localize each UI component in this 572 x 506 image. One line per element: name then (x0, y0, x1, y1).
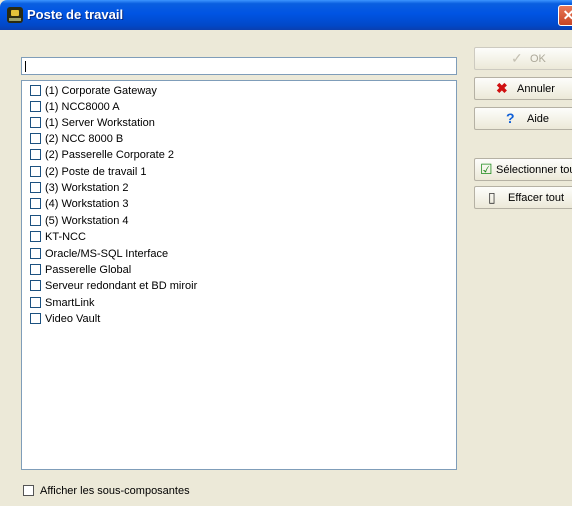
show-subcomponents-checkbox[interactable]: Afficher les sous-composantes (23, 484, 190, 497)
list-item[interactable]: (1) Server Workstation (30, 116, 155, 130)
ok-label: OK (530, 53, 546, 65)
list-item-checkbox[interactable] (30, 230, 41, 242)
list-item-label: (1) Corporate Gateway (45, 85, 157, 97)
list-item[interactable]: (4) Workstation 3 (30, 197, 129, 211)
list-item-label: Passerelle Global (45, 264, 132, 276)
list-item-checkbox[interactable] (30, 148, 41, 160)
close-icon: ✕ (562, 7, 572, 23)
show-subcomponents-label: Afficher les sous-composantes (40, 485, 190, 497)
red-x-icon: ✖ (496, 80, 508, 96)
list-item-checkbox[interactable] (30, 181, 41, 193)
list-item-checkbox[interactable] (30, 214, 41, 226)
workstation-app-icon (7, 7, 23, 23)
list-item-checkbox[interactable] (30, 197, 41, 209)
select-all-button[interactable]: ☑ Sélectionner tout (474, 158, 572, 181)
workstation-list[interactable]: (1) Corporate Gateway (1) NCC8000 A (1) … (21, 80, 457, 470)
cancel-button[interactable]: ✖ Annuler (474, 77, 572, 100)
dialog-window: Poste de travail ✕ (1) Corporate Gateway… (0, 0, 572, 506)
title-bar[interactable]: Poste de travail ✕ (0, 0, 572, 30)
list-item-label: (1) Server Workstation (45, 117, 155, 129)
list-item[interactable]: Serveur redondant et BD miroir (30, 279, 197, 293)
list-item-label: (4) Workstation 3 (45, 198, 129, 210)
list-item[interactable]: KT-NCC (30, 230, 86, 244)
list-item-label: (2) NCC 8000 B (45, 133, 124, 145)
list-item-label: (2) Passerelle Corporate 2 (45, 149, 175, 161)
list-item-checkbox[interactable] (30, 116, 41, 128)
list-item-checkbox[interactable] (30, 84, 41, 96)
ok-button[interactable]: ✓ OK (474, 47, 572, 70)
list-item[interactable]: (1) Corporate Gateway (30, 84, 157, 98)
list-item[interactable]: Video Vault (30, 312, 100, 326)
list-item-checkbox[interactable] (30, 312, 41, 324)
checkbox-box[interactable] (23, 484, 34, 496)
list-item-checkbox[interactable] (30, 296, 41, 308)
search-input[interactable] (21, 57, 457, 75)
list-item[interactable]: (3) Workstation 2 (30, 181, 129, 195)
list-item-label: Video Vault (45, 313, 101, 325)
list-item[interactable]: SmartLink (30, 296, 95, 310)
window-title: Poste de travail (27, 7, 124, 22)
list-item[interactable]: Passerelle Global (30, 263, 131, 277)
list-item-label: SmartLink (45, 297, 95, 309)
list-item-label: Oracle/MS-SQL Interface (45, 248, 169, 260)
list-item[interactable]: (5) Workstation 4 (30, 214, 129, 228)
close-button[interactable]: ✕ (558, 5, 572, 26)
list-item-label: (2) Poste de travail 1 (45, 166, 147, 178)
list-item-checkbox[interactable] (30, 100, 41, 112)
list-item-label: (3) Workstation 2 (45, 182, 129, 194)
list-item-checkbox[interactable] (30, 165, 41, 177)
list-item[interactable]: (2) NCC 8000 B (30, 132, 123, 146)
list-item-checkbox[interactable] (30, 263, 41, 275)
empty-list-icon: ▯ (488, 189, 496, 205)
list-item[interactable]: (1) NCC8000 A (30, 100, 120, 114)
clear-all-label: Effacer tout (508, 192, 565, 204)
list-item-label: (1) NCC8000 A (45, 101, 120, 113)
green-checkbox-icon: ☑ (480, 161, 493, 177)
checkmark-icon: ✓ (511, 50, 523, 66)
list-item-label: KT-NCC (45, 231, 86, 243)
list-item-label: (5) Workstation 4 (45, 215, 129, 227)
list-item-checkbox[interactable] (30, 132, 41, 144)
clear-all-button[interactable]: ▯ Effacer tout (474, 186, 572, 209)
help-label: Aide (527, 113, 550, 125)
cancel-label: Annuler (517, 83, 555, 95)
question-mark-icon: ? (506, 110, 515, 126)
text-caret (25, 61, 26, 72)
list-item-label: Serveur redondant et BD miroir (45, 280, 198, 292)
list-item-checkbox[interactable] (30, 279, 41, 291)
list-item[interactable]: (2) Poste de travail 1 (30, 165, 147, 179)
list-item[interactable]: Oracle/MS-SQL Interface (30, 247, 168, 261)
list-item[interactable]: (2) Passerelle Corporate 2 (30, 148, 174, 162)
help-button[interactable]: ? Aide (474, 107, 572, 130)
select-all-label: Sélectionner tout (496, 164, 572, 176)
list-item-checkbox[interactable] (30, 247, 41, 259)
